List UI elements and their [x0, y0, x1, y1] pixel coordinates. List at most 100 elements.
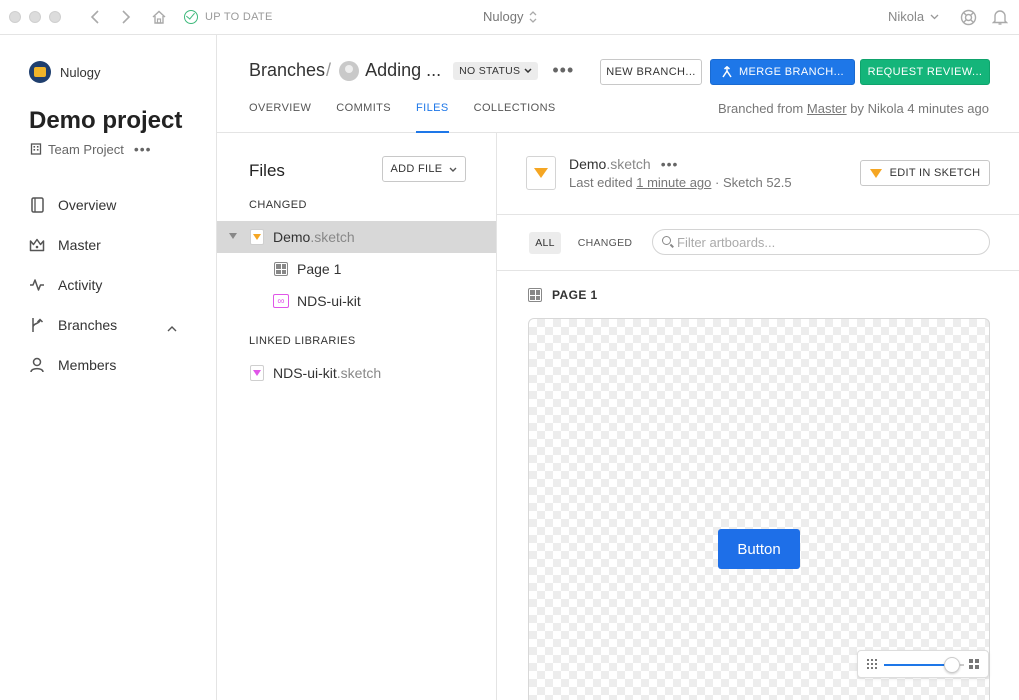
- edited-time-link[interactable]: 1 minute ago: [636, 175, 711, 190]
- file-row-nds-ui-kit[interactable]: ∞ NDS-ui-kit: [217, 285, 496, 317]
- library-gem-icon: [253, 370, 261, 376]
- home-icon[interactable]: [151, 9, 167, 28]
- bell-icon[interactable]: [991, 9, 1009, 29]
- sidebar: Nulogy Demo project Team Project ••• Ove…: [0, 35, 217, 700]
- files-panel: Files ADD FILE CHANGED Demo.sketch Page …: [217, 133, 497, 700]
- sidebar-item-label: Activity: [58, 277, 103, 293]
- artboard-button-preview[interactable]: Button: [718, 529, 800, 569]
- sketch-document-icon: [526, 156, 556, 190]
- chevron-down-icon: [524, 68, 532, 73]
- window-minimize-button[interactable]: [29, 11, 41, 23]
- document-meta: Last edited 1 minute ago · Sketch 52.5: [569, 175, 792, 190]
- help-icon[interactable]: [960, 9, 977, 29]
- page-section-label: PAGE 1: [552, 288, 598, 302]
- project-type-label: Team Project: [48, 141, 124, 157]
- user-menu[interactable]: Nikola: [888, 9, 939, 24]
- sketch-version: · Sketch 52.5: [715, 175, 792, 190]
- status-dropdown[interactable]: NO STATUS: [453, 61, 539, 80]
- document-extension: .sketch: [606, 156, 651, 172]
- org-switcher[interactable]: Nulogy: [483, 9, 537, 24]
- merge-branch-button[interactable]: MERGE BRANCH...: [710, 59, 855, 85]
- library-file-icon: [250, 365, 264, 381]
- sync-status: UP TO DATE: [184, 9, 273, 25]
- org-switcher-label: Nulogy: [483, 9, 524, 24]
- sidebar-item-overview[interactable]: Overview: [29, 185, 189, 225]
- sketch-gem-icon: [253, 234, 261, 240]
- sync-status-label: UP TO DATE: [205, 11, 273, 23]
- file-row-linked-library[interactable]: NDS-ui-kit.sketch: [217, 357, 496, 389]
- zoom-in-grid-icon[interactable]: [969, 659, 979, 669]
- window-titlebar: UP TO DATE Nulogy Nikola: [0, 0, 1019, 35]
- artboard-search-input[interactable]: [677, 234, 967, 250]
- tab-commits[interactable]: COMMITS: [336, 101, 391, 133]
- edit-in-sketch-label: EDIT IN SKETCH: [889, 167, 981, 179]
- tab-files[interactable]: FILES: [416, 101, 449, 133]
- branched-suffix: by Nikola 4 minutes ago: [850, 101, 989, 116]
- sidebar-item-master[interactable]: Master: [29, 225, 189, 265]
- building-icon: [30, 143, 42, 155]
- file-row-demo[interactable]: Demo.sketch: [217, 221, 496, 253]
- zoom-slider-thumb[interactable]: [944, 657, 960, 673]
- artboard-preview[interactable]: Button: [528, 318, 990, 700]
- breadcrumb-branches-link[interactable]: Branches: [249, 60, 325, 81]
- back-icon[interactable]: [90, 9, 100, 28]
- file-row-page-1[interactable]: Page 1: [217, 253, 496, 285]
- window-maximize-button[interactable]: [49, 11, 61, 23]
- sketch-gem-icon: [869, 168, 882, 178]
- artboard-filter-bar: ALL CHANGED: [497, 215, 1019, 271]
- document-header: Demo.sketch ••• Last edited 1 minute ago…: [497, 133, 1019, 215]
- check-circle-icon: [184, 10, 198, 24]
- branched-source-link[interactable]: Master: [807, 101, 847, 116]
- disclosure-triangle-icon[interactable]: [229, 233, 237, 240]
- add-file-button[interactable]: ADD FILE: [382, 156, 466, 182]
- tab-collections[interactable]: COLLECTIONS: [474, 101, 556, 133]
- file-row-label: NDS-ui-kit: [297, 293, 361, 309]
- add-file-label: ADD FILE: [390, 163, 443, 175]
- zoom-slider[interactable]: [857, 650, 989, 678]
- branched-from-info: Branched from Master by Nikola 4 minutes…: [718, 101, 989, 116]
- sidebar-item-label: Master: [58, 237, 101, 253]
- zoom-slider-track[interactable]: [884, 657, 964, 673]
- page-icon: [528, 288, 542, 302]
- artboard-search: [652, 229, 990, 255]
- filter-all-tab[interactable]: ALL: [529, 232, 561, 254]
- link-icon: ∞: [273, 294, 289, 308]
- file-extension: .sketch: [310, 229, 355, 245]
- new-branch-button[interactable]: NEW BRANCH...: [600, 59, 702, 85]
- project-more-icon[interactable]: •••: [134, 141, 152, 157]
- branched-prefix: Branched from: [718, 101, 804, 116]
- document-name-base: Demo: [569, 156, 607, 172]
- chevron-updown-icon: [530, 10, 537, 23]
- avatar: [339, 60, 360, 81]
- branch-more-icon[interactable]: •••: [552, 60, 574, 81]
- edited-prefix: Last edited: [569, 175, 633, 190]
- sidebar-item-members[interactable]: Members: [29, 345, 189, 385]
- sidebar-item-label: Overview: [58, 197, 117, 213]
- chevron-up-icon[interactable]: [167, 319, 177, 335]
- file-name-base: Demo: [273, 229, 311, 245]
- sidebar-item-label: Members: [58, 357, 117, 373]
- forward-icon[interactable]: [121, 9, 131, 28]
- breadcrumb-branch-name: Adding ...: [365, 60, 442, 80]
- document-more-icon[interactable]: •••: [661, 156, 679, 172]
- request-review-button[interactable]: REQUEST REVIEW...: [860, 59, 990, 85]
- breadcrumb-separator: /: [326, 60, 332, 80]
- edit-in-sketch-button[interactable]: EDIT IN SKETCH: [860, 160, 990, 186]
- activity-icon: [29, 277, 45, 293]
- linked-libraries-label: LINKED LIBRARIES: [249, 335, 356, 347]
- person-icon: [29, 357, 45, 373]
- window-close-button[interactable]: [9, 11, 21, 23]
- file-row-label: Page 1: [297, 261, 342, 277]
- org-header[interactable]: Nulogy: [29, 61, 100, 83]
- filter-changed-tab[interactable]: CHANGED: [573, 232, 637, 254]
- zoom-out-grid-icon[interactable]: [867, 659, 877, 669]
- sidebar-item-activity[interactable]: Activity: [29, 265, 189, 305]
- tab-overview[interactable]: OVERVIEW: [249, 101, 311, 133]
- changed-section-label: CHANGED: [249, 199, 307, 211]
- breadcrumb: Branches / Adding ... NO STATUS •••: [249, 60, 574, 81]
- sidebar-item-branches[interactable]: Branches: [29, 305, 189, 345]
- sketch-file-icon: [250, 229, 264, 245]
- file-extension: .sketch: [336, 365, 382, 381]
- project-title: Demo project: [29, 107, 183, 134]
- project-type: Team Project •••: [30, 141, 152, 157]
